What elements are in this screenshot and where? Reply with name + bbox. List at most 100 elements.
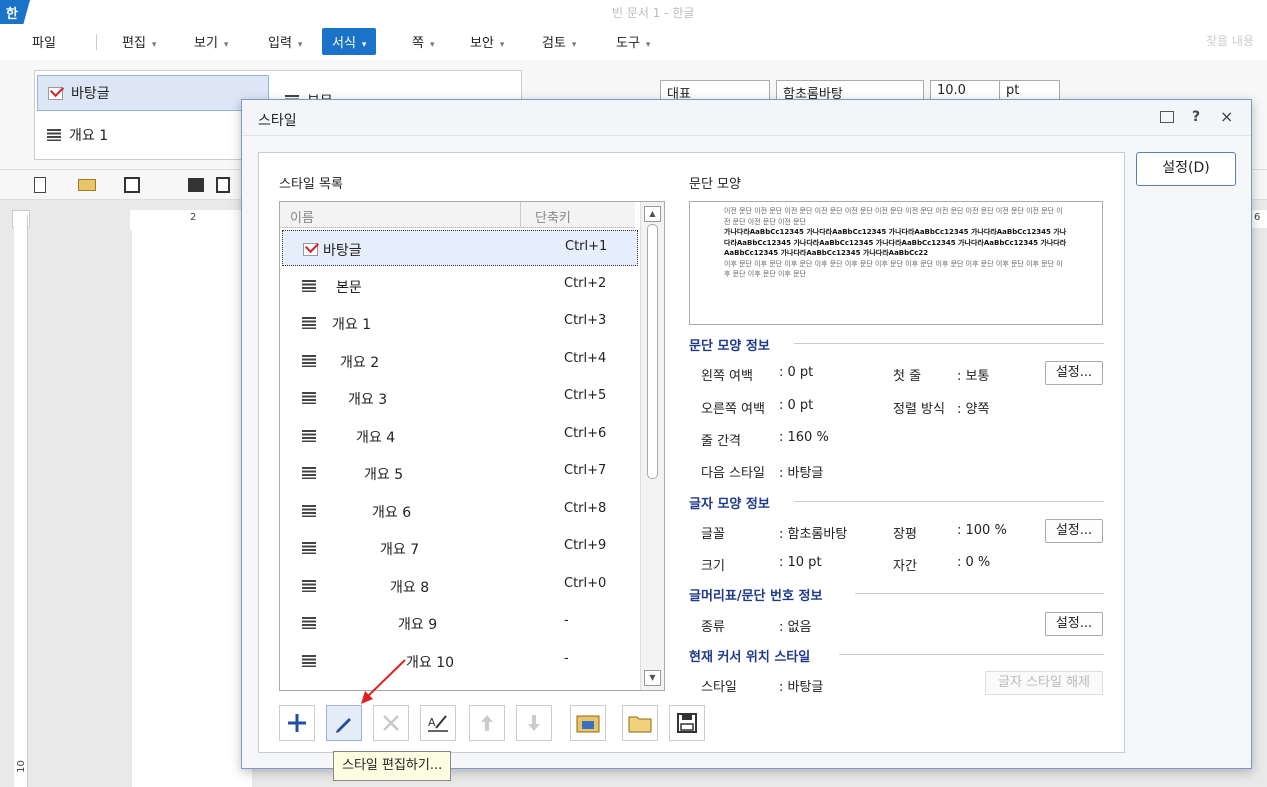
menu-view[interactable]: 보기 ▾ bbox=[194, 32, 228, 51]
scroll-thumb[interactable] bbox=[647, 224, 658, 479]
size-value: : 10 pt bbox=[779, 555, 822, 570]
find-input[interactable]: 찾을 내용 bbox=[1206, 32, 1254, 49]
divider bbox=[794, 343, 1104, 344]
open-style-file-button[interactable] bbox=[622, 705, 658, 741]
style-row[interactable]: 본문 Ctrl+2 bbox=[282, 268, 638, 304]
menu-security-label: 보안 bbox=[470, 36, 494, 51]
style-row-name: 개요 4 bbox=[356, 429, 396, 446]
style-row[interactable]: 개요 3 Ctrl+5 bbox=[282, 380, 638, 416]
move-up-button[interactable] bbox=[469, 705, 505, 741]
paragraph-preview: 이전 문단 이전 문단 이전 문단 이전 문단 이전 문단 이전 문단 이전 문… bbox=[689, 201, 1103, 325]
open-folder-icon bbox=[628, 716, 652, 733]
print-icon[interactable] bbox=[188, 178, 204, 192]
style-row[interactable]: 개요 5 Ctrl+7 bbox=[282, 455, 638, 491]
style-row-name: 본문 bbox=[336, 279, 362, 296]
style-row[interactable]: 개요 6 Ctrl+8 bbox=[282, 493, 638, 529]
kind-key: 종류 bbox=[701, 620, 725, 635]
paragraph-settings-button[interactable]: 설정... bbox=[1045, 361, 1103, 385]
align-key: 정렬 방식 bbox=[893, 402, 945, 417]
column-name-header[interactable]: 이름 bbox=[290, 207, 314, 226]
cursor-style-key: 스타일 bbox=[701, 680, 737, 695]
window-title: 빈 문서 1 - 한글 bbox=[612, 6, 695, 20]
menu-format[interactable]: 서식 ▾ bbox=[322, 28, 377, 55]
preview-icon[interactable] bbox=[216, 177, 230, 193]
import-style-button[interactable] bbox=[570, 705, 606, 741]
gallery-item-batanggeul[interactable]: 바탕글 bbox=[37, 75, 269, 111]
menu-page[interactable]: 쪽 ▾ bbox=[412, 32, 435, 51]
size-key: 크기 bbox=[701, 559, 725, 574]
menu-review-label: 검토 bbox=[542, 36, 566, 51]
menu-file[interactable]: 파일 bbox=[32, 32, 56, 51]
next-style-key: 다음 스타일 bbox=[701, 466, 765, 481]
menu-edit[interactable]: 편집 ▾ bbox=[122, 32, 156, 51]
gallery-item-label: 개요 1 bbox=[69, 128, 109, 144]
style-row-shortcut: - bbox=[564, 613, 569, 628]
style-row[interactable]: 바탕글 Ctrl+1 bbox=[282, 230, 638, 266]
add-style-button[interactable] bbox=[279, 705, 315, 741]
delete-x-icon bbox=[383, 715, 399, 731]
style-row-name: 개요 6 bbox=[372, 504, 412, 521]
column-key-header[interactable]: 단축키 bbox=[520, 202, 571, 228]
settings-button-label: 설정(D) bbox=[1162, 160, 1210, 176]
ruler-label: 2 bbox=[190, 212, 197, 223]
style-row-shortcut: Ctrl+6 bbox=[564, 425, 607, 441]
list-header: 이름 단축키 bbox=[280, 202, 635, 228]
section-char-info: 글자 모양 정보 bbox=[689, 493, 770, 512]
edit-style-button[interactable] bbox=[326, 705, 362, 741]
open-folder-icon[interactable] bbox=[78, 179, 96, 191]
annotation-arrow bbox=[361, 659, 406, 704]
menu-security[interactable]: 보안 ▾ bbox=[470, 32, 504, 51]
close-icon[interactable]: × bbox=[1220, 107, 1233, 126]
menu-insert[interactable]: 입력 ▾ bbox=[268, 32, 302, 51]
replace-style-button[interactable]: A bbox=[420, 705, 456, 741]
chevron-down-icon: ▾ bbox=[499, 40, 505, 50]
plus-icon bbox=[288, 714, 306, 732]
line-spacing-value: : 160 % bbox=[779, 430, 829, 445]
app-logo[interactable]: 한 bbox=[0, 0, 30, 24]
style-list[interactable]: 이름 단축키 바탕글 Ctrl+1 본문 Ctrl+2 개요 1 Ctrl+3 개요 2 Ct… bbox=[279, 201, 665, 691]
style-row-shortcut: Ctrl+2 bbox=[564, 275, 607, 291]
style-folder-icon bbox=[576, 715, 600, 733]
spacing-key: 자간 bbox=[893, 559, 917, 574]
paragraph-style-icon bbox=[302, 354, 316, 367]
settings-button[interactable]: 설정(D) bbox=[1136, 152, 1236, 186]
scroll-up-icon[interactable]: ▲ bbox=[644, 206, 661, 222]
style-row[interactable]: 개요 2 Ctrl+4 bbox=[282, 343, 638, 379]
char-settings-button[interactable]: 설정... bbox=[1045, 519, 1103, 543]
section-paragraph-info: 문단 모양 정보 bbox=[689, 335, 770, 354]
new-document-icon[interactable] bbox=[34, 177, 46, 193]
release-char-style-button[interactable]: 글자 스타일 해제 bbox=[985, 671, 1103, 695]
save-icon[interactable] bbox=[124, 177, 140, 193]
style-row[interactable]: 개요 1 Ctrl+3 bbox=[282, 305, 638, 341]
list-scrollbar[interactable]: ▲ ▼ bbox=[640, 202, 664, 690]
help-icon[interactable]: ? bbox=[1192, 109, 1200, 125]
save-style-file-button[interactable] bbox=[669, 705, 705, 741]
menu-tools[interactable]: 도구 ▾ bbox=[616, 32, 650, 51]
comment-icon[interactable] bbox=[1160, 111, 1174, 123]
delete-style-button[interactable] bbox=[373, 705, 409, 741]
style-row-shortcut: Ctrl+9 bbox=[564, 538, 607, 553]
menu-review[interactable]: 검토 ▾ bbox=[542, 32, 576, 51]
menu-file-label: 파일 bbox=[32, 36, 56, 51]
preview-body-text: 가나다라AaBbCc12345 가나다라AaBbCc12345 가나다라AaBb… bbox=[724, 228, 1067, 257]
document-page[interactable] bbox=[132, 230, 252, 787]
style-row-name: 개요 7 bbox=[380, 542, 420, 558]
section-cursor-style: 현재 커서 위치 스타일 bbox=[689, 646, 810, 665]
style-row-shortcut: Ctrl+7 bbox=[564, 463, 607, 478]
style-row[interactable]: 개요 8 Ctrl+0 bbox=[282, 568, 638, 604]
gallery-item-outline-1[interactable]: 개요 1 bbox=[37, 117, 108, 153]
next-style-value: : 바탕글 bbox=[779, 466, 824, 481]
title-bar: 한 빈 문서 1 - 한글 bbox=[0, 0, 1267, 24]
style-row[interactable]: 개요 7 Ctrl+9 bbox=[282, 530, 638, 566]
font-value: : 함초롬바탕 bbox=[779, 527, 848, 542]
move-down-button[interactable] bbox=[516, 705, 552, 741]
align-value: : 양쪽 bbox=[957, 402, 990, 417]
paragraph-style-icon bbox=[302, 317, 316, 329]
style-row[interactable]: 개요 4 Ctrl+6 bbox=[282, 418, 638, 454]
style-row[interactable]: 개요 10 - bbox=[282, 643, 638, 679]
scroll-down-icon[interactable]: ▼ bbox=[644, 670, 661, 686]
style-list-label: 스타일 목록 bbox=[279, 177, 343, 192]
chevron-down-icon: ▾ bbox=[151, 40, 157, 50]
bullet-settings-button[interactable]: 설정... bbox=[1045, 612, 1103, 636]
style-row[interactable]: 개요 9 - bbox=[282, 605, 638, 641]
